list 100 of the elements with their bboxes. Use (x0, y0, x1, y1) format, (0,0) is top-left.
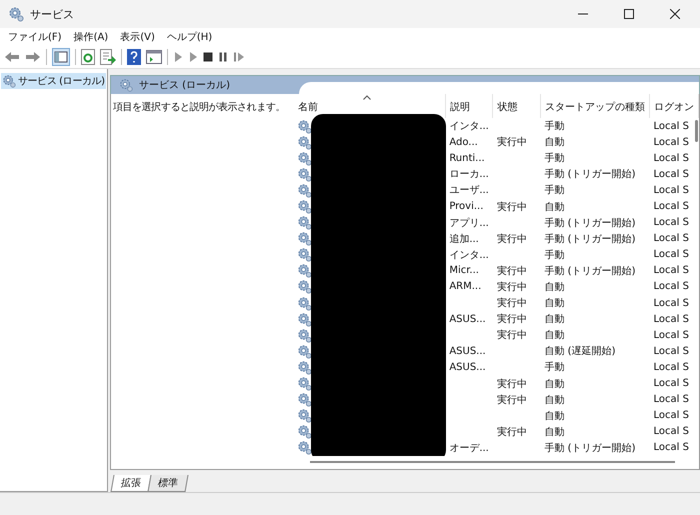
table-cell: Local S (653, 281, 689, 292)
gear-icon (297, 166, 312, 182)
table-cell: Local S (653, 314, 689, 325)
vertical-scrollbar[interactable] (695, 120, 698, 142)
table-cell: 自動 (遅延開始) (544, 346, 616, 358)
table-cell: Local S (653, 362, 689, 373)
table-cell: Local S (653, 184, 689, 196)
table-cell: Local S (653, 346, 689, 357)
play-icon[interactable] (173, 51, 183, 63)
gear-icon (297, 344, 312, 359)
table-cell: ARM... (449, 281, 482, 292)
gear-icon (297, 182, 312, 198)
export-list-icon[interactable] (100, 49, 116, 65)
gear-icon (297, 408, 312, 424)
table-cell: Runti... (449, 152, 485, 164)
table-cell: インタ... (449, 121, 489, 132)
column-header[interactable]: 説明 (445, 94, 493, 118)
table-cell: 実行中 (496, 426, 527, 438)
table-cell: 実行中 (496, 314, 527, 326)
table-cell: 実行中 (496, 202, 527, 213)
column-header[interactable]: 状態 (492, 94, 540, 118)
gear-icon (297, 199, 312, 214)
gear-icon (297, 328, 312, 343)
table-cell: Local S (653, 249, 689, 260)
gear-icon (297, 118, 312, 134)
table-cell: 実行中 (496, 137, 527, 148)
gear-icon (297, 279, 312, 294)
table-cell: 自動 (544, 426, 564, 438)
column-header[interactable]: ログオン (649, 94, 698, 118)
sort-caret-icon[interactable] (363, 95, 372, 100)
gear-icon (297, 296, 312, 311)
table-cell: Local S (653, 378, 689, 390)
table-cell: Local S (653, 394, 689, 406)
view-tab[interactable]: 標準 (148, 475, 188, 492)
gear-icon (297, 312, 312, 327)
table-cell: 自動 (544, 330, 564, 342)
table-cell: 追加... (449, 234, 479, 245)
table-cell: 自動 (544, 314, 564, 326)
menu-item[interactable]: ヘルプ(H) (166, 30, 212, 44)
column-header[interactable]: スタートアップの種類 (540, 94, 650, 118)
table-cell: オーデ... (449, 442, 489, 454)
menu-item[interactable]: 操作(A) (74, 30, 108, 44)
table-cell: 手動 (544, 185, 564, 196)
table-cell: 自動 (544, 298, 564, 310)
table-cell: 自動 (544, 137, 564, 148)
gear-icon (297, 247, 312, 262)
gear-icon (297, 134, 312, 150)
table-cell: Local S (653, 152, 689, 164)
table-cell: Local S (653, 168, 689, 180)
menu-item[interactable]: ファイル(F) (8, 30, 62, 44)
table-cell: Local S (653, 426, 689, 438)
forward-arrow-icon[interactable] (25, 51, 41, 63)
table-cell: Local S (653, 410, 689, 422)
table-cell: ASUS... (449, 346, 486, 357)
properties-pane-icon[interactable] (146, 49, 162, 65)
table-cell: 手動 (トリガー開始) (544, 234, 636, 245)
gear-icon (297, 150, 312, 166)
table-cell: インタ... (449, 250, 489, 261)
table-cell: 実行中 (496, 282, 527, 293)
back-arrow-icon[interactable] (4, 51, 20, 63)
resume-icon[interactable] (233, 51, 245, 63)
stop-icon[interactable] (203, 51, 213, 63)
gear-icon (297, 263, 312, 278)
table-cell: 自動 (544, 378, 564, 390)
table-cell: アプリ... (449, 218, 489, 229)
table-cell: Provi... (449, 201, 484, 212)
tree-item[interactable]: サービス (ローカル) (1, 73, 106, 89)
gear-icon (297, 231, 312, 246)
table-cell: Micr... (449, 265, 479, 276)
gear-icon (297, 360, 312, 375)
gear-icon (297, 392, 312, 408)
table-cell: 手動 (544, 121, 564, 132)
table-cell: ユーザ... (449, 185, 489, 196)
table-cell: 実行中 (496, 330, 527, 342)
table-cell: 自動 (544, 202, 564, 213)
maximize-icon[interactable] (624, 9, 634, 19)
menu-item[interactable]: 表示(V) (120, 30, 155, 44)
pause-icon[interactable] (218, 51, 228, 63)
table-cell: 手動 (544, 362, 564, 374)
table-cell: 手動 (トリガー開始) (544, 442, 636, 454)
help-icon[interactable] (127, 49, 141, 65)
description-text: 項目を選択すると説明が表示されます。 (113, 102, 285, 113)
table-cell: Local S (653, 217, 689, 228)
view-tab[interactable]: 拡張 (110, 475, 152, 492)
table-cell: 実行中 (496, 298, 527, 310)
table-cell: Local S (653, 442, 689, 454)
table-cell: 自動 (544, 282, 564, 293)
play-icon[interactable] (188, 51, 198, 63)
table-cell: Local S (653, 120, 689, 132)
close-icon[interactable] (670, 9, 680, 19)
gear-icon (297, 424, 312, 440)
app-gear-icon (8, 6, 24, 22)
refresh-icon[interactable] (81, 49, 95, 65)
table-cell: ASUS... (449, 314, 486, 325)
gear-icon (297, 215, 312, 230)
table-cell: Local S (653, 136, 689, 148)
table-cell: 手動 (トリガー開始) (544, 266, 636, 277)
table-cell: 手動 (544, 250, 564, 261)
console-tree-icon[interactable] (52, 48, 70, 66)
table-cell: Local S (653, 298, 689, 309)
